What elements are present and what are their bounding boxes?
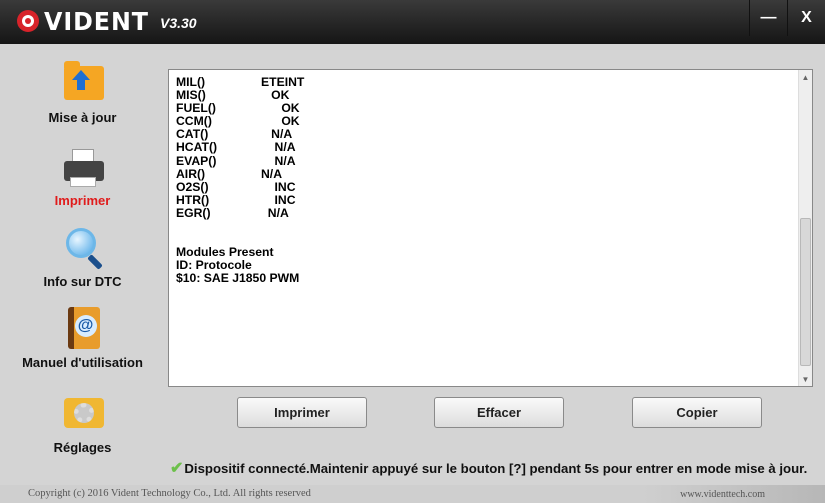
sidebar-item-info-dtc[interactable]: Info sur DTC (0, 224, 165, 289)
sidebar-item-label: Mise à jour (48, 110, 117, 125)
imprimer-button[interactable]: Imprimer (237, 397, 367, 428)
output-key: HTR() (176, 192, 210, 207)
vident-logo-icon (17, 10, 39, 32)
scroll-up-icon[interactable]: ▲ (799, 70, 812, 84)
copier-button[interactable]: Copier (632, 397, 762, 428)
scroll-thumb[interactable] (800, 218, 811, 366)
output-key: AIR() (176, 166, 206, 181)
sidebar-item-manuel[interactable]: @ Manuel d'utilisation (0, 305, 165, 370)
diagnostic-output-textarea[interactable]: MIL() ETEINT MIS() OK FUEL() OK CCM() OK CAT(… (168, 69, 813, 387)
output-line: AIR() N/A (176, 166, 304, 181)
output-line: O2S() INC (176, 179, 304, 194)
sidebar-item-label: Info sur DTC (43, 274, 122, 289)
output-key: EGR() (176, 205, 211, 220)
output-value: N/A (261, 205, 289, 220)
minimize-button[interactable]: — (749, 0, 787, 36)
settings-gear-icon (60, 390, 106, 436)
scroll-down-icon[interactable]: ▼ (799, 372, 812, 386)
output-line: HTR() INC (176, 192, 304, 207)
sidebar-item-imprimer[interactable]: Imprimer (0, 143, 165, 208)
effacer-button[interactable]: Effacer (434, 397, 564, 428)
vident-logo: VIDENT (17, 6, 154, 36)
output-key: $10: SAE J1850 PWM (176, 271, 300, 286)
logo-text: VIDENT (44, 6, 149, 36)
version-label: V3.30 (160, 15, 197, 31)
sidebar-item-label: Réglages (53, 440, 112, 455)
vertical-scrollbar[interactable]: ▲ ▼ (798, 70, 812, 386)
output-line: EGR() N/A (176, 205, 304, 220)
sidebar-item-label: Imprimer (54, 193, 111, 208)
output-key: EVAP() (176, 153, 217, 168)
status-message: Dispositif connecté.Maintenir appuyé sur… (184, 460, 808, 476)
output-value: INC (261, 192, 296, 207)
output-line: EVAP() N/A (176, 153, 304, 168)
sidebar-item-reglages[interactable]: Réglages (0, 390, 165, 455)
output-lines: MIL() ETEINT MIS() OK FUEL() OK CCM() OK CAT(… (176, 75, 304, 286)
sidebar-item-mise-a-jour[interactable]: Mise à jour (0, 60, 165, 125)
footer: Copyright (c) 2016 Vident Technology Co.… (0, 485, 825, 503)
website-link[interactable]: www.videnttech.com (680, 489, 765, 500)
title-bar: VIDENT V3.30 — X (0, 0, 825, 44)
printer-icon (60, 143, 106, 189)
status-bar: ✔ Dispositif connecté.Maintenir appuyé s… (170, 458, 807, 478)
magnifier-icon (60, 224, 106, 270)
copyright-text: Copyright (c) 2016 Vident Technology Co.… (28, 488, 311, 499)
output-key: O2S() (176, 179, 209, 194)
manual-book-icon: @ (60, 305, 106, 351)
window-controls: — X (749, 0, 825, 36)
output-key: HCAT() (176, 140, 218, 155)
output-value: INC (261, 179, 296, 194)
output-value: N/A (261, 166, 282, 181)
output-line: $10: SAE J1850 PWM (176, 272, 304, 285)
output-line: HCAT() N/A (176, 141, 304, 154)
output-value: N/A (261, 153, 296, 168)
output-value: N/A (261, 140, 296, 155)
update-folder-icon (60, 60, 106, 106)
close-button[interactable]: X (787, 0, 825, 36)
sidebar-item-label: Manuel d'utilisation (22, 355, 143, 370)
checkmark-icon: ✔ (170, 460, 184, 477)
